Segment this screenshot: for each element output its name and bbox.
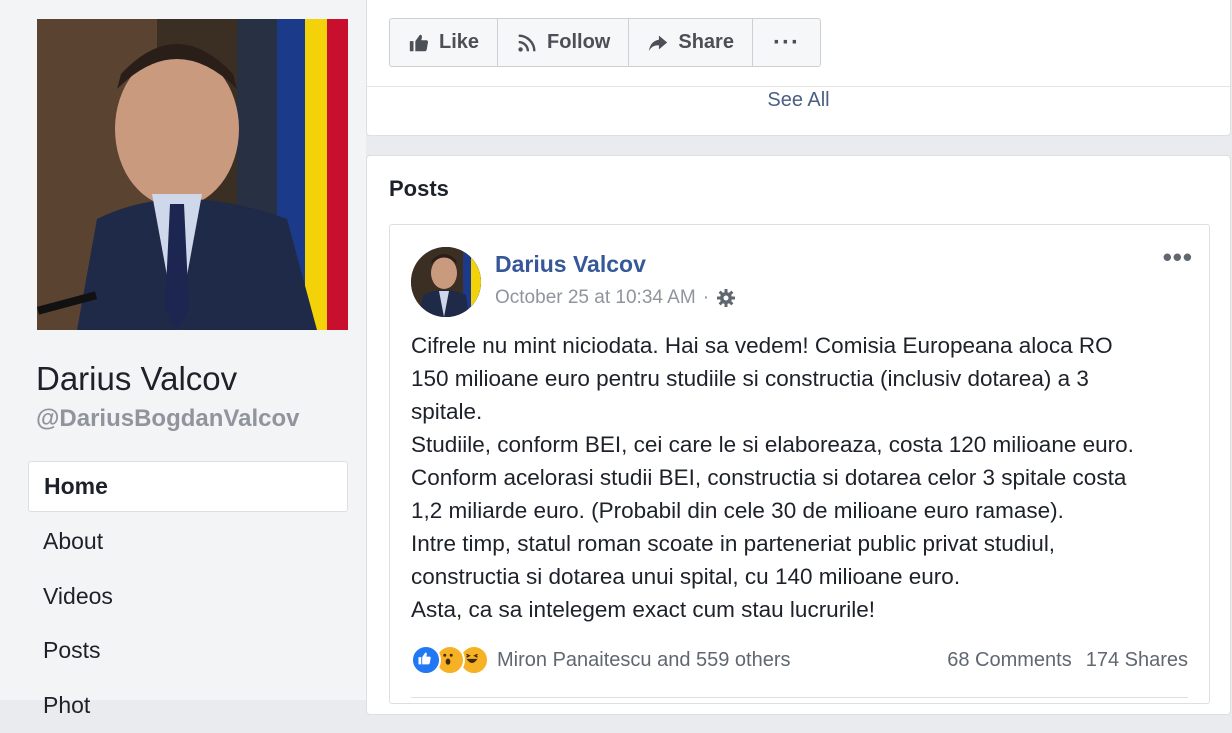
share-label: Share [678,31,734,54]
post-author-name[interactable]: Darius Valcov [495,251,646,278]
nav-item-photos[interactable]: Phot [28,679,348,733]
profile-handle[interactable]: @DariusBogdanValcov [36,405,299,433]
page-actions-card: Like Follow Share ··· See All [366,0,1231,136]
engagement-counts: 68 Comments 174 Shares [947,649,1188,672]
nav-item-videos[interactable]: Videos [28,570,348,625]
shares-count[interactable]: 174 Shares [1086,649,1188,672]
divider [367,86,1230,87]
posts-heading: Posts [389,176,449,202]
post-text-line: 1,2 miliarde euro. (Probabil din cele 30… [411,494,1201,527]
action-bar: Like Follow Share ··· [389,18,821,67]
post-options-button[interactable]: ••• [1163,247,1193,267]
profile-photo[interactable] [37,19,348,330]
post-text-line: constructia si dotarea unui spital, cu 1… [411,560,1201,593]
post-text-line: spitale. [411,395,1201,428]
post-text-line: Intre timp, statul roman scoate in parte… [411,527,1201,560]
post-author-avatar[interactable] [411,247,481,317]
gear-icon[interactable] [716,288,736,308]
post-text-line: Conform acelorasi studii BEI, constructi… [411,461,1201,494]
like-reaction-icon [411,645,441,675]
posts-section: Posts Darius Valcov October 25 at 10:34 … [366,155,1231,715]
post-text-line: Cifrele nu mint niciodata. Hai sa vedem!… [411,329,1201,362]
avatar-image [411,247,481,317]
divider [411,697,1188,698]
follow-button[interactable]: Follow [498,19,629,66]
thumbs-up-icon [408,32,430,54]
post-meta: October 25 at 10:34 AM · [495,287,736,309]
meta-separator: · [703,287,709,309]
post-text-line: Studiile, conform BEI, cei care le si el… [411,428,1201,461]
page-nav: Home About Videos Posts Phot [28,461,348,733]
nav-item-home[interactable]: Home [28,461,348,512]
profile-name[interactable]: Darius Valcov [36,360,237,398]
post-text-line: Asta, ca sa intelegem exact cum stau luc… [411,593,1201,626]
share-arrow-icon [647,32,669,54]
like-button[interactable]: Like [390,19,498,66]
rss-follow-icon [516,32,538,54]
nav-item-about[interactable]: About [28,515,348,570]
reactions-summary[interactable]: Miron Panaitescu and 559 others [411,645,791,675]
like-label: Like [439,31,479,54]
nav-item-posts[interactable]: Posts [28,624,348,679]
post-text: Cifrele nu mint niciodata. Hai sa vedem!… [411,329,1201,626]
post-card: Darius Valcov October 25 at 10:34 AM · •… [389,224,1210,704]
profile-photo-image [37,19,348,330]
follow-label: Follow [547,31,610,54]
more-options-icon: ··· [773,29,800,57]
post-text-line: 150 milioane euro pentru studiile si con… [411,362,1201,395]
comments-count[interactable]: 68 Comments [947,649,1072,672]
share-button[interactable]: Share [629,19,753,66]
more-options-button[interactable]: ··· [753,19,820,66]
post-timestamp[interactable]: October 25 at 10:34 AM [495,287,696,309]
post-footer: Miron Panaitescu and 559 others 68 Comme… [411,645,1188,675]
see-all-link[interactable]: See All [367,89,1230,112]
reactions-text[interactable]: Miron Panaitescu and 559 others [497,649,791,672]
left-sidebar: Darius Valcov @DariusBogdanValcov Home A… [0,0,366,700]
